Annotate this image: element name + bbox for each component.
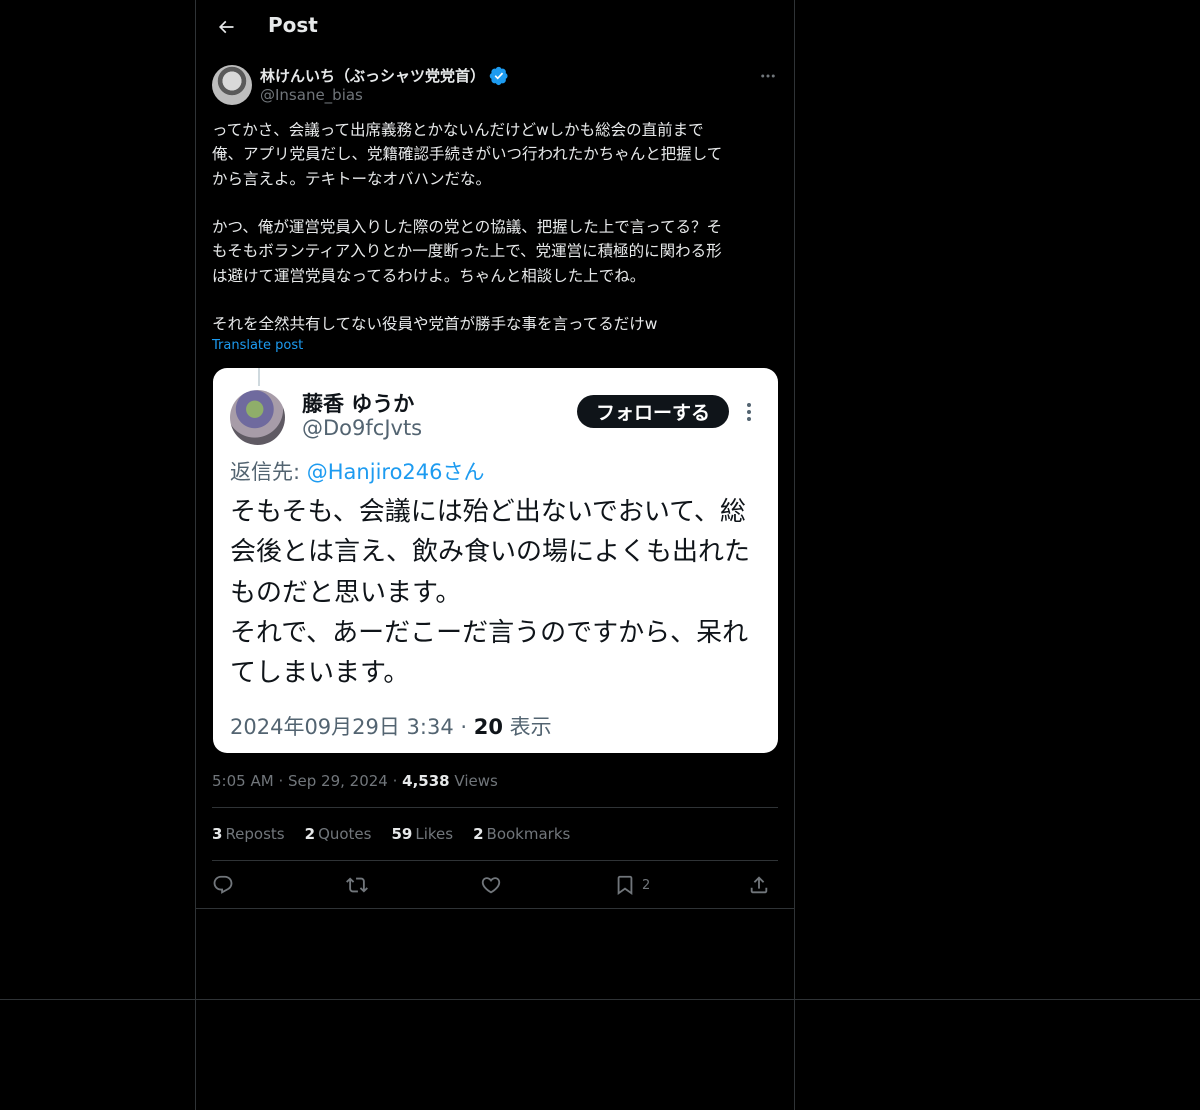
embedded-avatar xyxy=(230,390,285,445)
embedded-views-label: 表示 xyxy=(502,715,552,739)
divider xyxy=(212,807,778,808)
more-vertical-icon xyxy=(740,399,758,425)
back-button[interactable] xyxy=(210,11,242,43)
author-display-name[interactable]: 林けんいち（ぶっシャツ党党首） xyxy=(260,65,485,86)
embedded-text: そもそも、会議には殆ど出ないでおいて、総 会後とは言え、飲み食いの場によくも出れ… xyxy=(230,497,751,689)
embedded-handle: @Do9fcJvts xyxy=(302,416,423,440)
reposts-count: 3 xyxy=(212,825,223,843)
bookmark-count: 2 xyxy=(642,877,651,893)
more-options-button[interactable] xyxy=(756,64,780,88)
likes-stat[interactable]: 59 Likes xyxy=(391,825,453,843)
embedded-meta: 2024年09月29日 3:34 · 20 表示 xyxy=(230,711,552,741)
post-stats: 3 Reposts 2 Quotes 59 Likes 2 Bookmarks xyxy=(212,825,570,843)
more-horizontal-icon xyxy=(761,74,775,78)
views-count: 4,538 xyxy=(402,772,450,790)
reposts-stat[interactable]: 3 Reposts xyxy=(212,825,285,843)
author-handle[interactable]: @Insane_bias xyxy=(260,86,363,104)
share-button[interactable] xyxy=(748,870,770,900)
bookmark-button[interactable]: 2 xyxy=(614,870,650,900)
embedded-follow-button: フォローする xyxy=(577,395,729,428)
embedded-image[interactable]: 藤香 ゆうか @Do9fcJvts フォローする 返信先: @Hanjiro24… xyxy=(213,368,778,753)
reply-icon xyxy=(213,875,233,894)
post-meta: 5:05 AM · Sep 29, 2024 · 4,538 Views xyxy=(212,772,498,790)
avatar[interactable] xyxy=(212,65,252,105)
repost-button[interactable] xyxy=(346,870,368,900)
quotes-stat[interactable]: 2 Quotes xyxy=(305,825,372,843)
repost-icon xyxy=(346,877,368,893)
post-header: Post xyxy=(196,0,794,53)
post-time[interactable]: 5:05 AM xyxy=(212,772,274,790)
quotes-count: 2 xyxy=(304,825,316,843)
bookmarks-label: Bookmarks xyxy=(486,825,571,843)
bookmark-icon xyxy=(617,875,633,896)
divider xyxy=(212,860,778,861)
page-title: Post xyxy=(268,13,318,37)
likes-count: 59 xyxy=(391,825,413,843)
reply-button[interactable] xyxy=(212,870,234,900)
embedded-views-count: 20 xyxy=(473,715,503,739)
main-column: Post 林けんいち（ぶっシャツ党党首） @Insane_bias ってかさ、会… xyxy=(195,0,795,1110)
post-date[interactable]: Sep 29, 2024 xyxy=(288,772,388,790)
views-label: Views xyxy=(454,772,498,790)
bookmarks-stat[interactable]: 2 Bookmarks xyxy=(473,825,570,843)
reply-mention: @Hanjiro246さん xyxy=(306,460,485,484)
post-author: 林けんいち（ぶっシャツ党党首） @Insane_bias xyxy=(212,64,780,108)
like-button[interactable] xyxy=(480,870,502,900)
meta-separator: · xyxy=(392,772,403,790)
reposts-label: Reposts xyxy=(225,825,285,843)
verified-badge-icon xyxy=(489,66,508,85)
quotes-label: Quotes xyxy=(318,825,372,843)
embedded-date: 2024年09月29日 3:34 · xyxy=(230,715,474,739)
bookmarks-count: 2 xyxy=(473,825,484,843)
post-bottom-border xyxy=(196,908,794,909)
embedded-display-name: 藤香 ゆうか xyxy=(302,392,415,416)
translate-post-link[interactable]: Translate post xyxy=(212,338,303,353)
likes-label: Likes xyxy=(415,825,454,843)
heart-icon xyxy=(481,877,501,894)
embedded-reply-to: 返信先: @Hanjiro246さん xyxy=(230,456,485,486)
share-icon xyxy=(750,876,768,894)
thread-line xyxy=(258,368,260,386)
action-bar: 2 xyxy=(212,870,778,900)
arrow-left-icon xyxy=(218,20,234,34)
post-text: ってかさ、会議って出席義務とかないんだけどwしかも総会の直前まで 俺、アプリ党員… xyxy=(212,121,723,334)
reply-prefix: 返信先: xyxy=(230,460,307,484)
meta-separator: · xyxy=(278,772,288,790)
